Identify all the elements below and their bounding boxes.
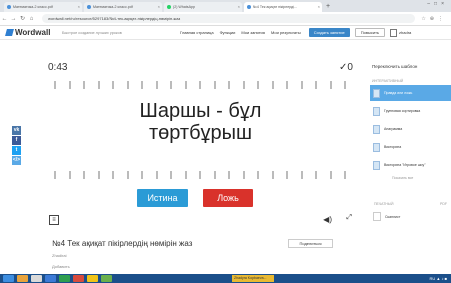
facebook-icon[interactable]: f [12, 136, 21, 145]
question-line-2: төртбұрыш [148, 122, 253, 144]
template-item[interactable]: Викторина [370, 139, 451, 155]
activity-title: №4 Тек ақиқат пікірлердің нөмірін жаз [52, 239, 193, 248]
user-name[interactable]: zhadra [399, 30, 411, 35]
template-thumbnail-icon [373, 124, 380, 134]
taskbar-app-icon[interactable] [31, 275, 42, 282]
address-bar: ← → ↻ ⌂ wordwall.net/ru/resource/5297183… [0, 12, 451, 26]
template-label: Групповая сортировка [384, 108, 421, 113]
vk-icon[interactable]: vk [12, 126, 21, 135]
taskbar-app-icon[interactable] [45, 275, 56, 282]
template-label: Викторина [384, 144, 402, 149]
social-share-bar: vk f t </> [12, 126, 21, 166]
question-line-1: Шаршы - бұл [139, 100, 262, 122]
template-thumbnail-icon [373, 142, 380, 152]
forward-icon[interactable]: → [9, 16, 18, 22]
new-tab-button[interactable]: + [326, 2, 330, 12]
template-item[interactable]: Правда или ложь [370, 85, 451, 101]
taskbar-notification[interactable]: Zhadyra Kopbaeva... [232, 275, 274, 282]
template-thumbnail-icon [373, 106, 380, 116]
menu-item-features[interactable]: Функции [220, 30, 236, 35]
template-thumbnail-icon [373, 88, 380, 98]
template-thumbnail-icon [373, 160, 380, 170]
tab-favicon-icon [87, 5, 91, 9]
browser-toolbar-icons[interactable]: ☆⊕⋮ [421, 16, 451, 22]
template-item[interactable]: Викторина "Игровое шоу" [370, 157, 451, 173]
chrome-icon[interactable] [87, 275, 98, 282]
taskbar-app-icon[interactable] [17, 275, 28, 282]
printable-item[interactable]: Сканлист [370, 212, 451, 221]
create-activity-button[interactable]: Создать занятие [308, 28, 350, 37]
template-label: Анаграмма [384, 126, 403, 131]
wordwall-logo[interactable]: Wordwall [0, 28, 62, 37]
template-item[interactable]: Групповая сортировка [370, 103, 451, 119]
menu-item-my-results[interactable]: Мои результаты [271, 30, 301, 35]
menu-item-my-activities[interactable]: Мои занятия [241, 30, 265, 35]
taskbar-app-icon[interactable] [101, 275, 112, 282]
printable-thumbnail-icon [373, 212, 381, 221]
browser-tab-active[interactable]: №4 Тек ақиқат пікірлерді... × [244, 2, 322, 12]
sound-icon[interactable]: ◀) [323, 215, 332, 224]
tick-row-bottom [54, 171, 346, 179]
false-button[interactable]: Ложь [203, 189, 253, 207]
slogan: Быстрое создание лучших уроков [62, 30, 122, 35]
embed-icon[interactable]: </> [12, 156, 21, 165]
template-label: Викторина "Игровое шоу" [384, 162, 426, 167]
template-panel: Переключить шаблон ИНТЕРАКТИВНЫЙ Правда … [370, 64, 451, 221]
menu-icon[interactable]: ≡ [49, 215, 59, 225]
printable-item-label: Сканлист [385, 214, 401, 219]
system-tray[interactable]: RU ▲ ♪ ■ [430, 274, 448, 283]
true-button[interactable]: Истина [137, 189, 188, 207]
reload-icon[interactable]: ↻ [18, 15, 27, 22]
template-item[interactable]: Анаграмма [370, 121, 451, 137]
user-icon[interactable] [390, 28, 398, 37]
taskbar-app-icon[interactable] [59, 275, 70, 282]
logo-text: Wordwall [15, 28, 51, 37]
show-all-link[interactable]: Показать все [392, 176, 451, 180]
tab-label: (2) WhatsApp [173, 5, 195, 9]
main-menu: Главная страница Функции Мои занятия Мои… [180, 30, 301, 35]
browser-tab[interactable]: Математика-2 класс.pdf × [84, 2, 162, 12]
site-header: Wordwall Быстрое создание лучших уроков … [0, 26, 451, 40]
game-area: 0:43 ✓0 Шаршы - бұл төртбұрыш Истина Лож… [44, 58, 357, 230]
close-icon[interactable]: × [238, 2, 240, 12]
tab-favicon-icon [167, 5, 171, 9]
question-text: Шаршы - бұл төртбұрыш [44, 100, 357, 144]
upgrade-button[interactable]: Повысить [354, 28, 386, 37]
close-icon[interactable]: × [318, 2, 320, 12]
close-icon[interactable]: × [78, 2, 80, 12]
score: ✓0 [339, 62, 353, 73]
tick-row-top [54, 81, 346, 89]
start-icon[interactable] [3, 275, 14, 282]
pdf-label[interactable]: PDF [440, 202, 447, 206]
tab-label: №4 Тек ақиқат пікірлерді... [253, 5, 298, 9]
tab-label: Математика-2 класс.pdf [13, 5, 53, 9]
back-icon[interactable]: ← [0, 16, 9, 22]
window-controls[interactable]: –□× [427, 1, 448, 7]
fullscreen-icon[interactable]: ⤢ [346, 214, 352, 222]
tab-label: Математика-2 класс.pdf [93, 5, 133, 9]
add-link[interactable]: Добавить [52, 264, 70, 269]
home-icon[interactable]: ⌂ [27, 16, 36, 22]
printable-label: ПЕЧАТНЫЙ [374, 202, 394, 206]
browser-tab-bar: Математика-2 класс.pdf × Математика-2 кл… [0, 0, 451, 12]
tab-favicon-icon [247, 5, 251, 9]
taskbar: Zhadyra Kopbaeva... RU ▲ ♪ ■ [0, 274, 451, 283]
menu-item-home[interactable]: Главная страница [180, 30, 214, 35]
panel-title: Переключить шаблон [372, 64, 418, 69]
url-field[interactable]: wordwall.net/ru/resource/5297183/№4-тек-… [42, 14, 416, 23]
tab-favicon-icon [7, 5, 11, 9]
printable-header: ПЕЧАТНЫЙ PDF [370, 202, 451, 206]
template-label: Правда или ложь [384, 90, 413, 95]
interactive-label: ИНТЕРАКТИВНЫЙ [372, 79, 404, 83]
close-icon[interactable]: × [158, 2, 160, 12]
browser-tab[interactable]: (2) WhatsApp × [164, 2, 242, 12]
twitter-icon[interactable]: t [12, 146, 21, 155]
timer: 0:43 [48, 62, 68, 73]
logo-icon [5, 29, 14, 36]
author-link[interactable]: Zhadirai [52, 253, 66, 258]
share-button[interactable]: Поделиться [288, 239, 333, 248]
browser-tab[interactable]: Математика-2 класс.pdf × [4, 2, 82, 12]
taskbar-app-icon[interactable] [73, 275, 84, 282]
